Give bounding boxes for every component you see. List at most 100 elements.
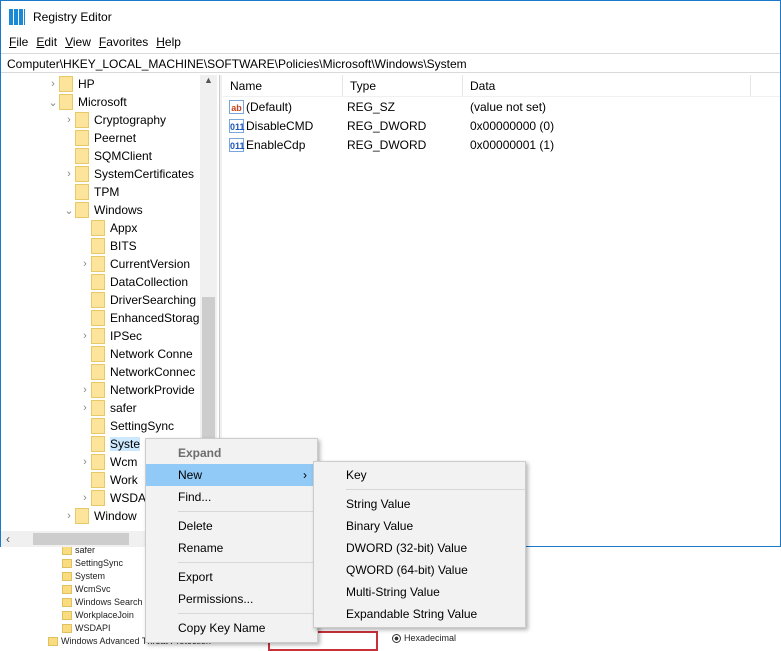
tree-item-label: Microsoft — [78, 95, 127, 109]
menu-item-expand[interactable]: Expand — [146, 442, 317, 464]
scroll-thumb[interactable] — [33, 533, 129, 545]
tree-item[interactable]: BITS — [79, 237, 137, 255]
menu-edit[interactable]: Edit — [34, 35, 63, 49]
column-data[interactable]: Data — [463, 75, 751, 96]
tree-item-label: IPSec — [110, 329, 143, 343]
menu-favorites[interactable]: Favorites — [97, 35, 154, 49]
submenu-item[interactable]: DWORD (32-bit) Value — [314, 537, 525, 559]
tree-item-label: TPM — [94, 185, 120, 199]
tree-item[interactable]: › WSDA — [79, 489, 146, 507]
new-submenu: Key String Value Binary Value DWORD (32-bi… — [313, 461, 526, 628]
menu-item-find[interactable]: Find... — [146, 486, 317, 508]
tree-item[interactable]: › Cryptography — [63, 111, 166, 129]
tree-item-label: SystemCertificates — [94, 167, 195, 181]
tree-item-label: HP — [78, 77, 95, 91]
submenu-item-key[interactable]: Key — [314, 464, 525, 486]
menu-view[interactable]: View — [63, 35, 97, 49]
submenu-item[interactable]: QWORD (64-bit) Value — [314, 559, 525, 581]
tree-item[interactable]: DriverSearching — [79, 291, 196, 309]
tree-item[interactable]: › Window — [63, 507, 137, 525]
divider — [178, 613, 317, 614]
tree-item[interactable]: › Wcm — [79, 453, 137, 471]
menu-item-delete[interactable]: Delete — [146, 515, 317, 537]
tree-item[interactable]: ⌄ Windows — [63, 201, 143, 219]
chevron-right-icon[interactable]: › — [79, 330, 91, 342]
column-type[interactable]: Type — [343, 75, 463, 96]
submenu-item[interactable]: Multi-String Value — [314, 581, 525, 603]
folder-icon — [91, 310, 105, 326]
folder-icon — [59, 76, 73, 92]
hexadecimal-radio: Hexadecimal — [392, 633, 456, 643]
menu-item-copy-key-name[interactable]: Copy Key Name — [146, 617, 317, 639]
chevron-right-icon: › — [303, 468, 307, 482]
folder-icon — [62, 558, 72, 568]
chevron-right-icon[interactable]: › — [63, 114, 75, 126]
tree-item[interactable]: Network Conne — [79, 345, 193, 363]
chevron-right-icon[interactable]: › — [79, 258, 91, 270]
chevron-down-icon[interactable]: ⌄ — [47, 96, 59, 109]
submenu-item[interactable]: String Value — [314, 493, 525, 515]
scroll-thumb[interactable] — [202, 297, 215, 441]
submenu-item[interactable]: Binary Value — [314, 515, 525, 537]
menu-item-new[interactable]: New › — [146, 464, 317, 486]
chevron-right-icon[interactable]: › — [47, 78, 59, 90]
regedit-icon — [9, 9, 25, 25]
tree-item[interactable]: Appx — [79, 219, 137, 237]
chevron-right-icon[interactable]: › — [79, 492, 91, 504]
tree-item[interactable]: Syste — [79, 435, 141, 453]
column-name[interactable]: Name — [223, 75, 343, 96]
value-row[interactable]: 011 EnableCdp REG_DWORD 0x00000001 (1) — [223, 135, 780, 154]
tree-item[interactable]: SettingSync — [79, 417, 174, 435]
value-name: EnableCdp — [246, 137, 306, 152]
folder-icon — [75, 166, 89, 182]
folder-icon — [48, 636, 58, 646]
folder-icon — [75, 148, 89, 164]
tree-item[interactable]: › safer — [79, 399, 137, 417]
folder-icon — [91, 472, 105, 488]
tree-item[interactable]: ⌄ Microsoft — [47, 93, 127, 111]
menu-item-rename[interactable]: Rename — [146, 537, 317, 559]
folder-icon — [91, 292, 105, 308]
value-name: (Default) — [246, 99, 293, 114]
menu-item-export[interactable]: Export — [146, 566, 317, 588]
chevron-right-icon[interactable]: › — [79, 402, 91, 414]
tree-item[interactable]: SQMClient — [63, 147, 152, 165]
scroll-up-icon[interactable]: ▲ — [200, 75, 217, 85]
menu-item-permissions[interactable]: Permissions... — [146, 588, 317, 610]
tree-item-label: BITS — [110, 239, 137, 253]
tree-item[interactable]: TPM — [63, 183, 119, 201]
tree-item-label: SQMClient — [94, 149, 153, 163]
tree-item[interactable]: EnhancedStorag — [79, 309, 199, 327]
string-value-icon: ab — [229, 99, 244, 114]
chevron-right-icon[interactable]: › — [79, 384, 91, 396]
value-row[interactable]: 011 DisableCMD REG_DWORD 0x00000000 (0) — [223, 116, 780, 135]
folder-icon — [62, 623, 72, 633]
tree-item[interactable]: NetworkConnec — [79, 363, 195, 381]
tree-item[interactable]: Work — [79, 471, 138, 489]
address-bar[interactable]: Computer\HKEY_LOCAL_MACHINE\SOFTWARE\Pol… — [1, 53, 780, 73]
tree-item[interactable]: DataCollection — [79, 273, 188, 291]
tree-item[interactable]: › SystemCertificates — [63, 165, 194, 183]
tree-item[interactable]: › HP — [47, 75, 95, 93]
menu-help[interactable]: Help — [154, 35, 187, 49]
tree-item-label: Windows — [94, 203, 143, 217]
background-tree-item: System — [62, 571, 105, 581]
submenu-item[interactable]: Expandable String Value — [314, 603, 525, 625]
value-row[interactable]: ab (Default) REG_SZ (value not set) — [223, 97, 780, 116]
chevron-right-icon[interactable]: › — [63, 510, 75, 522]
tree-item[interactable]: Peernet — [63, 129, 136, 147]
tree-item-label: CurrentVersion — [110, 257, 191, 271]
tree-item-label: Wcm — [110, 455, 138, 469]
chevron-right-icon[interactable]: › — [63, 168, 75, 180]
folder-icon — [91, 256, 105, 272]
scroll-left-icon[interactable]: ‹ — [6, 532, 10, 546]
tree-item[interactable]: › IPSec — [79, 327, 142, 345]
menu-file[interactable]: File — [7, 35, 34, 49]
value-type: REG_DWORD — [347, 118, 427, 133]
chevron-right-icon[interactable]: › — [79, 456, 91, 468]
tree-item-label: Syste — [110, 437, 141, 451]
value-type: REG_DWORD — [347, 137, 427, 152]
chevron-down-icon[interactable]: ⌄ — [63, 204, 75, 217]
tree-item[interactable]: › NetworkProvide — [79, 381, 195, 399]
tree-item[interactable]: › CurrentVersion — [79, 255, 190, 273]
